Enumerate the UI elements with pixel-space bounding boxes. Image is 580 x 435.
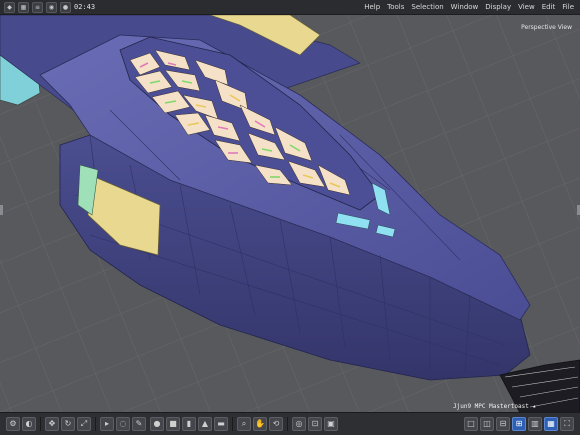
sphere-icon[interactable]: ● <box>60 1 71 13</box>
view-icon[interactable]: ▣ <box>324 417 338 431</box>
layout-quad-icon[interactable]: ⊞ <box>512 417 526 431</box>
lasso-icon[interactable]: ◌ <box>116 417 130 431</box>
eye-icon[interactable]: ◎ <box>292 417 306 431</box>
frame-icon[interactable]: ⊡ <box>308 417 322 431</box>
grid-icon[interactable]: ▦ <box>18 1 29 13</box>
settings-icon[interactable]: ⚙ <box>6 417 20 431</box>
main-menu: File Edit View Display Window Selection … <box>364 0 574 14</box>
left-toolbar: ◆ ▦ ≡ ◉ ● 02:43 <box>4 1 95 13</box>
menu-help[interactable]: Help <box>364 0 380 14</box>
paint-icon[interactable]: ✎ <box>132 417 146 431</box>
pan-icon[interactable]: ✋ <box>253 417 267 431</box>
bottom-toolbar: ⚙ ◐ ✥ ↻ ⤢ ▸ ◌ ✎ ● ■ ▮ ▲ ▬ ⌕ ✋ ⟲ ◎ ⊡ ▣ □ … <box>0 412 580 435</box>
menu-file[interactable]: File <box>562 0 574 14</box>
menu-edit[interactable]: Edit <box>542 0 556 14</box>
layout-current-icon[interactable]: ▦ <box>544 417 558 431</box>
spaceship-model <box>0 15 580 413</box>
layers-icon[interactable]: ≡ <box>32 1 43 13</box>
bottom-center-tools: ● ■ ▮ ▲ ▬ ⌕ ✋ ⟲ ◎ ⊡ ▣ <box>150 417 338 431</box>
menu-selection[interactable]: Selection <box>411 0 443 14</box>
sphere-primitive-icon[interactable]: ● <box>150 417 164 431</box>
orbit-icon[interactable]: ⟲ <box>269 417 283 431</box>
rotate-icon[interactable]: ↻ <box>61 417 75 431</box>
menu-bar: ◆ ▦ ≡ ◉ ● 02:43 File Edit View Display W… <box>0 0 580 15</box>
camera-icon[interactable]: ◉ <box>46 1 57 13</box>
time-display: 02:43 <box>74 3 96 11</box>
menu-window[interactable]: Window <box>451 0 479 14</box>
move-icon[interactable]: ✥ <box>45 417 59 431</box>
menu-tools[interactable]: Tools <box>387 0 404 14</box>
scale-icon[interactable]: ⤢ <box>77 417 91 431</box>
layout-split-icon[interactable]: ◫ <box>480 417 494 431</box>
menu-display[interactable]: Display <box>485 0 511 14</box>
layout-tri-icon[interactable]: ⊟ <box>496 417 510 431</box>
fullscreen-icon[interactable]: ⛶ <box>560 417 574 431</box>
cube-primitive-icon[interactable]: ■ <box>166 417 180 431</box>
perspective-viewport[interactable]: Perspective View Jjun9 MPC Mastertoast ★ <box>0 15 580 413</box>
tool-icon[interactable]: ◆ <box>4 1 15 13</box>
view-layout-tools: □ ◫ ⊟ ⊞ ▥ ▦ ⛶ <box>464 417 574 431</box>
viewport-label: Perspective View <box>521 24 572 31</box>
bottom-left-tools: ⚙ ◐ ✥ ↻ ⤢ ▸ ◌ ✎ <box>6 417 146 431</box>
zoom-icon[interactable]: ⌕ <box>237 417 251 431</box>
cone-primitive-icon[interactable]: ▲ <box>198 417 212 431</box>
layout-vertical-icon[interactable]: ▥ <box>528 417 542 431</box>
plane-primitive-icon[interactable]: ▬ <box>214 417 228 431</box>
layout-single-icon[interactable]: □ <box>464 417 478 431</box>
left-panel-toggle[interactable] <box>0 205 3 215</box>
cylinder-primitive-icon[interactable]: ▮ <box>182 417 196 431</box>
select-icon[interactable]: ▸ <box>100 417 114 431</box>
render-icon[interactable]: ◐ <box>22 417 36 431</box>
menu-view[interactable]: View <box>518 0 535 14</box>
viewport-caption: Jjun9 MPC Mastertoast ★ <box>453 403 537 410</box>
